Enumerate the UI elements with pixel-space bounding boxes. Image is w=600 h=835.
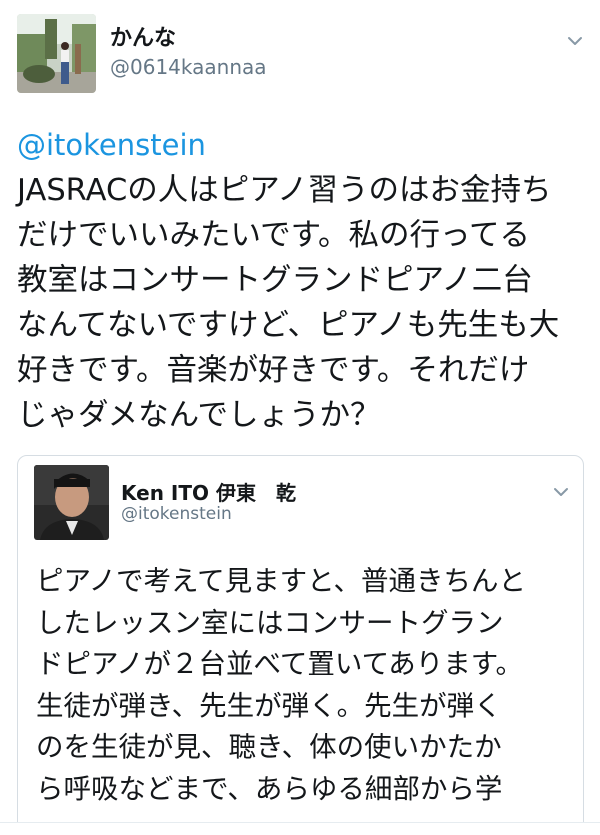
quoted-author-avatar[interactable]	[34, 465, 109, 540]
tweet-text-line: だけでいいみたいです。私の行ってる	[17, 218, 531, 253]
tweet-text-line: JASRACの人はピアノ習うのはお金持ち	[17, 173, 552, 208]
quoted-text-line: 生徒が弾き、先生が弾く。先生が弾く	[36, 689, 502, 722]
quoted-text-line: ら呼吸などまで、あらゆる細部から学	[36, 772, 503, 805]
tweet-text-line: じゃダメなんでしょうか？	[17, 398, 381, 433]
quoted-text-line: のを生徒が見、聴き、体の使いかたか	[36, 731, 502, 763]
author-avatar-image	[17, 14, 96, 93]
bottom-divider	[0, 822, 600, 835]
tweet-text-line: なんてないですけど、ピアノも先生も大	[17, 308, 560, 343]
quoted-text-line: ドピアノが２台並べて置いてあります。	[36, 648, 524, 680]
tweet-view: かんな @0614kaannaa @itokenstein JASRACの人はピ…	[0, 0, 600, 835]
quoted-author-avatar-image	[34, 465, 109, 540]
quoted-author-handle[interactable]: @itokenstein	[121, 503, 232, 525]
author-handle[interactable]: @0614kaannaa	[110, 54, 267, 80]
chevron-down-icon[interactable]	[552, 483, 570, 501]
tweet-text-line: 好きです。音楽が好きです。それだけ	[17, 353, 530, 388]
quoted-author-display-name[interactable]: Ken ITO 伊東 乾	[121, 481, 296, 505]
quoted-text-line: ピアノで考えて見ますと、普通きちんと	[36, 565, 527, 597]
quoted-text-line: したレッスン室にはコンサートグラン	[36, 606, 504, 639]
author-avatar[interactable]	[17, 14, 96, 93]
tweet-text: JASRACの人はピアノ習うのはお金持ち だけでいいみたいです。私の行ってる 教…	[17, 168, 587, 438]
quoted-tweet-text: ピアノで考えて見ますと、普通きちんと したレッスン室にはコンサートグラン ドピア…	[36, 561, 576, 810]
chevron-down-icon[interactable]	[566, 32, 584, 50]
author-display-name[interactable]: かんな	[110, 26, 176, 52]
quoted-tweet-card[interactable]: Ken ITO 伊東 乾 @itokenstein ピアノで考えて見ますと、普通…	[17, 455, 584, 835]
tweet-text-line: 教室はコンサートグランドピアノ二台	[17, 263, 533, 298]
mention-link[interactable]: @itokenstein	[17, 125, 206, 165]
